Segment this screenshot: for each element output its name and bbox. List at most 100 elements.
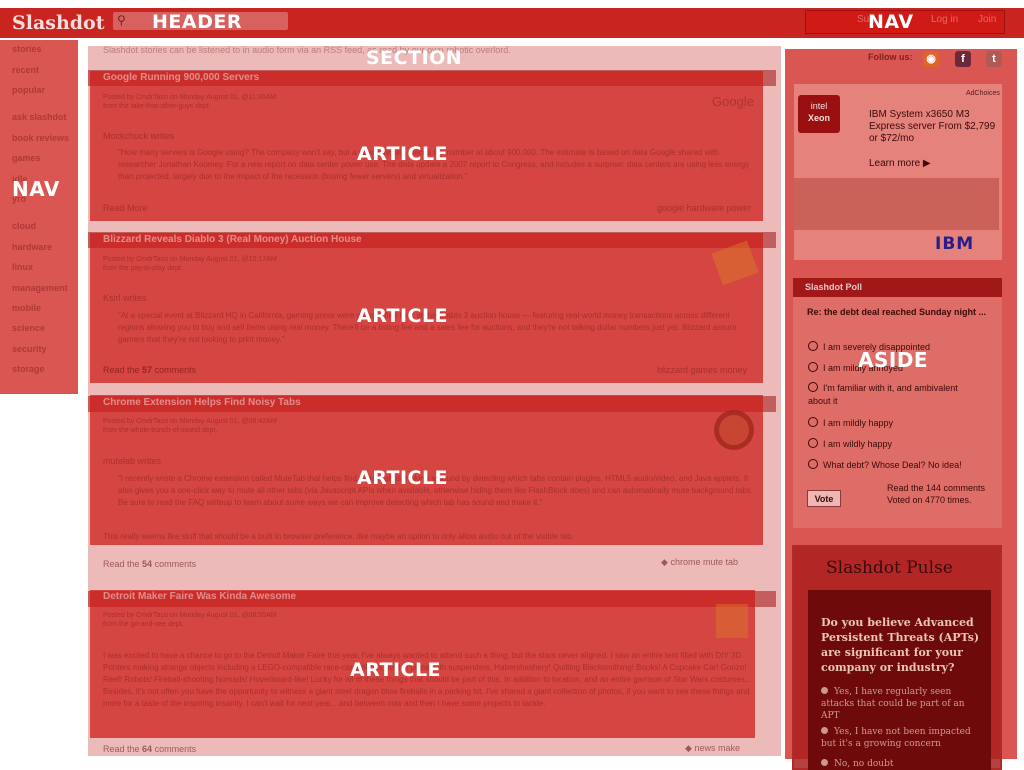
ad-server-image	[794, 178, 999, 230]
section-region-label: SECTION	[366, 47, 463, 69]
article-4-meta: Posted by CmdrTaco on Monday August 01, …	[103, 612, 277, 619]
google-logo: Google	[712, 94, 754, 109]
nav-item-recent[interactable]: recent	[12, 65, 39, 75]
article-3-comments-link[interactable]: Read the 54 comments	[103, 559, 196, 569]
poll-question: Re: the debt deal reached Sunday night .…	[807, 307, 987, 317]
comment-count: 54	[142, 559, 153, 569]
poll-stats[interactable]: Read the 144 comments Voted on 4770 time…	[887, 482, 985, 506]
radio-button[interactable]	[821, 727, 828, 734]
nav-item-storage[interactable]: storage	[12, 364, 45, 374]
radio-button[interactable]	[808, 459, 818, 469]
adchoices-link[interactable]: AdChoices	[966, 90, 1000, 97]
pulse-option[interactable]: Yes, I have regularly seen attacks that …	[821, 686, 971, 722]
article-3-submitter[interactable]: mutelab writes	[103, 455, 161, 467]
pulse-option-label: Yes, I have not been impacted but it's a…	[821, 727, 971, 749]
nav-item-linux[interactable]: linux	[12, 262, 33, 272]
article-1-region-label: ARTICLE	[357, 143, 449, 165]
radio-button[interactable]	[808, 382, 818, 392]
article-2-region-label: ARTICLE	[357, 305, 449, 327]
article-3-region-label: ARTICLE	[357, 467, 449, 489]
article-4-comments-link[interactable]: Read the 64 comments	[103, 744, 196, 754]
tag-list[interactable]: news make	[694, 743, 740, 753]
comment-count: 64	[142, 744, 153, 754]
read-the-label: Read the	[103, 559, 140, 569]
ad-text[interactable]: IBM System x3650 M3 Express server From …	[869, 109, 999, 145]
nav-item-science[interactable]: science	[12, 323, 45, 333]
vote-button[interactable]: Vote	[807, 490, 841, 507]
ad-learn-more-link[interactable]: Learn more ▶	[869, 158, 931, 169]
header-nav-region-label: NAV	[868, 11, 914, 33]
poll-option-label: I am wildly happy	[823, 439, 893, 449]
pulse-option-label: Yes, I have regularly seen attacks that …	[821, 687, 965, 721]
article-2-comments-link[interactable]: Read the 57 comments	[103, 365, 196, 375]
article-1-meta-dept: from the take-that-other-guys dept.	[103, 103, 211, 110]
ad-badge-brand: intel	[810, 101, 828, 111]
site-logo[interactable]: Slashdot	[12, 12, 105, 34]
nav-item-ask-slashdot[interactable]: ask slashdot	[12, 112, 67, 122]
tag-icon: ◆	[685, 743, 692, 753]
article-3-editor-note: This really seems like stuff that should…	[103, 532, 574, 541]
article-3-meta-dept: from the whole-bunch-of-sound dept.	[103, 427, 218, 434]
rss-icon[interactable]: ◉	[923, 51, 939, 67]
tag-icon: ◆	[661, 557, 668, 567]
article-2-submitter[interactable]: Ksirl writes	[103, 292, 147, 304]
ad-badge-product: Xeon	[807, 113, 830, 123]
poll-comments-link[interactable]: Read the 144 comments	[887, 482, 985, 494]
poll-vote-count: Voted on 4770 times.	[887, 495, 972, 505]
article-4-tags[interactable]: ◆ news make	[685, 743, 740, 754]
pulse-option[interactable]: Yes, I have not been impacted but it's a…	[821, 726, 971, 750]
article-1-meta: Posted by CmdrTaco on Monday August 01, …	[103, 94, 277, 101]
article-1-submitter[interactable]: Mockchuck writes	[103, 130, 174, 142]
nav-item-games[interactable]: games	[12, 153, 41, 163]
radio-button[interactable]	[821, 759, 828, 766]
radio-button[interactable]	[808, 341, 818, 351]
search-icon[interactable]: ⚲	[117, 13, 126, 27]
article-1-read-more[interactable]: Read More	[103, 203, 148, 213]
left-nav-region-label: NAV	[12, 177, 60, 201]
comments-label: comments	[154, 559, 197, 569]
article-3-meta: Posted by CmdrTaco on Monday August 01, …	[103, 418, 277, 425]
twitter-icon[interactable]: t	[986, 51, 1002, 67]
comment-count: 57	[142, 365, 153, 375]
nav-item-popular[interactable]: popular	[12, 85, 45, 95]
article-2-title[interactable]: Blizzard Reveals Diablo 3 (Real Money) A…	[103, 234, 362, 245]
radio-button[interactable]	[821, 687, 828, 694]
login-link[interactable]: Log in	[931, 14, 958, 25]
poll-title[interactable]: Slashdot Poll	[805, 282, 862, 292]
radio-button[interactable]	[808, 438, 818, 448]
header-region-label: HEADER	[152, 11, 242, 33]
read-the-label: Read the	[103, 744, 140, 754]
comments-label: comments	[154, 744, 197, 754]
nav-item-security[interactable]: security	[12, 344, 47, 354]
read-the-label: Read the	[103, 365, 140, 375]
aside-region-label: ASIDE	[858, 348, 929, 372]
nav-item-cloud[interactable]: cloud	[12, 221, 36, 231]
article-4-title[interactable]: Detroit Maker Faire Was Kinda Awesome	[103, 591, 296, 602]
article-3-tags[interactable]: ◆ chrome mute tab	[661, 557, 738, 568]
maker-icon	[716, 604, 748, 638]
article-1-title[interactable]: Google Running 900,000 Servers	[103, 72, 259, 83]
join-link[interactable]: Join	[978, 14, 996, 25]
pulse-question: Do you believe Advanced Persistent Threa…	[821, 616, 980, 674]
poll-option[interactable]: I am mildly happy	[808, 417, 968, 430]
chrome-icon	[714, 410, 754, 450]
follow-us-label: Follow us:	[868, 52, 913, 62]
facebook-icon[interactable]: f	[955, 51, 971, 67]
nav-item-hardware[interactable]: hardware	[12, 242, 52, 252]
poll-option[interactable]: I'm familiar with it, and ambivalent abo…	[808, 382, 968, 408]
article-3-title[interactable]: Chrome Extension Helps Find Noisy Tabs	[103, 397, 301, 408]
radio-button[interactable]	[808, 417, 818, 427]
tag-list[interactable]: chrome mute tab	[670, 557, 738, 567]
radio-button[interactable]	[808, 362, 818, 372]
nav-item-management[interactable]: management	[12, 283, 68, 293]
article-4-meta-dept: from the go-and-see dept.	[103, 621, 184, 628]
nav-item-mobile[interactable]: mobile	[12, 303, 41, 313]
nav-item-stories[interactable]: stories	[12, 44, 42, 54]
ad-badge: intel Xeon	[798, 95, 840, 133]
article-1-tags[interactable]: google hardware power	[657, 203, 751, 213]
pulse-option[interactable]: No, no doubt	[821, 758, 971, 770]
poll-option[interactable]: I am wildly happy	[808, 438, 968, 451]
article-2-tags[interactable]: blizzard games money	[657, 365, 747, 375]
nav-item-book-reviews[interactable]: book reviews	[12, 133, 69, 143]
poll-option[interactable]: What debt? Whose Deal? No idea!	[808, 459, 968, 472]
